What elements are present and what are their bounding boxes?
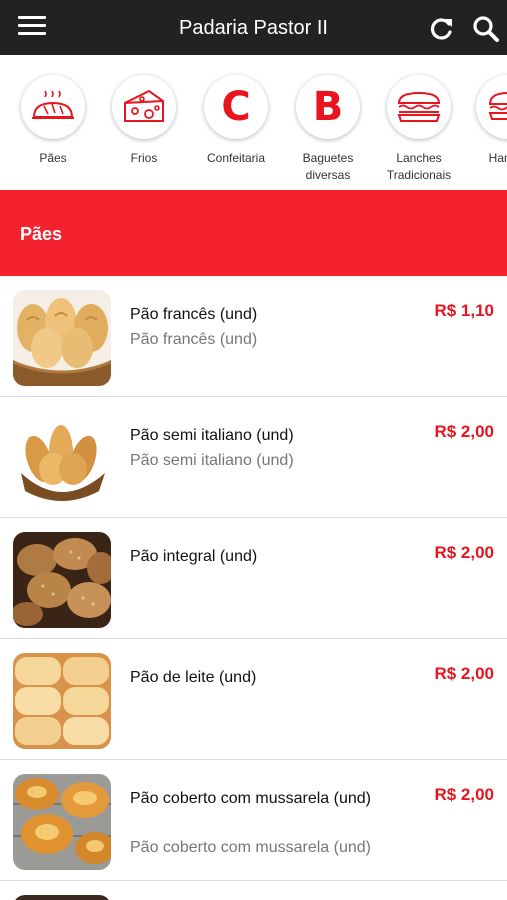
product-item[interactable]: Pão coberto com mussarela (und) Pão cobe… [0,760,507,881]
product-item-partial[interactable] [0,881,507,900]
category-confeitaria[interactable]: C Confeitaria [190,75,282,167]
category-icon-circle [21,75,85,139]
product-description: Pão coberto com mussarela (und) [130,839,371,856]
category-frios[interactable]: Frios [98,75,190,167]
product-price: R$ 2,00 [434,664,494,683]
french-bread-photo [13,290,111,386]
refresh-icon[interactable] [427,16,455,42]
category-hamburguer[interactable]: Hambu [462,75,507,167]
product-item[interactable]: Pão semi italiano (und) Pão semi italian… [0,397,507,518]
product-name: Pão coberto com mussarela (und) [130,790,371,807]
product-photo [13,895,111,900]
product-list: Pão francês (und) Pão francês (und) R$ 1… [0,276,507,900]
product-price: R$ 2,00 [434,422,494,441]
mozzarella-bread-photo [13,774,111,870]
italian-bread-photo [13,411,111,507]
bread-icon [32,90,74,119]
category-lanches[interactable]: Lanches Tradicionais [373,75,465,184]
category-icon-circle [387,75,451,139]
product-price: R$ 1,10 [434,301,494,320]
app-bar: Padaria Pastor II [0,0,507,55]
category-label: Hambu [488,151,507,165]
category-icon-circle: B [296,75,360,139]
section-title: Pães [20,224,63,244]
product-price: R$ 2,00 [434,543,494,562]
category-icon-circle: C [204,75,268,139]
category-letter-c-icon: C [221,84,251,130]
category-strip[interactable]: Pães Frios C Confeitaria B Baguetes dive… [0,55,507,190]
product-price: R$ 2,00 [434,785,494,804]
category-label: Baguetes diversas [302,151,354,182]
category-icon-circle [476,75,507,139]
product-item[interactable]: Pão integral (und) R$ 2,00 [0,518,507,639]
search-icon[interactable] [472,15,500,43]
product-name: Pão integral (und) [130,548,258,565]
category-label: Confeitaria [206,151,266,165]
product-name: Pão de leite (und) [130,669,257,686]
category-icon-circle [112,75,176,139]
product-description: Pão francês (und) [130,331,258,348]
category-label: Lanches Tradicionais [386,151,452,182]
category-label: Frios [130,151,158,165]
product-item[interactable]: Pão francês (und) Pão francês (und) R$ 1… [0,276,507,397]
sandwich-icon [397,91,441,122]
product-name: Pão francês (und) [130,306,258,323]
product-name: Pão semi italiano (und) [130,427,294,444]
section-header: Pães [0,190,507,276]
category-letter-b-icon: B [312,84,344,130]
milk-bread-photo [13,653,111,749]
category-baguetes[interactable]: B Baguetes diversas [282,75,374,184]
category-label: Pães [39,151,67,165]
burger-icon [488,92,507,120]
cheese-icon [124,89,164,122]
product-description: Pão semi italiano (und) [130,452,294,469]
wholegrain-bread-photo [13,532,111,628]
product-item[interactable]: Pão de leite (und) R$ 2,00 [0,639,507,760]
category-paes[interactable]: Pães [7,75,99,167]
